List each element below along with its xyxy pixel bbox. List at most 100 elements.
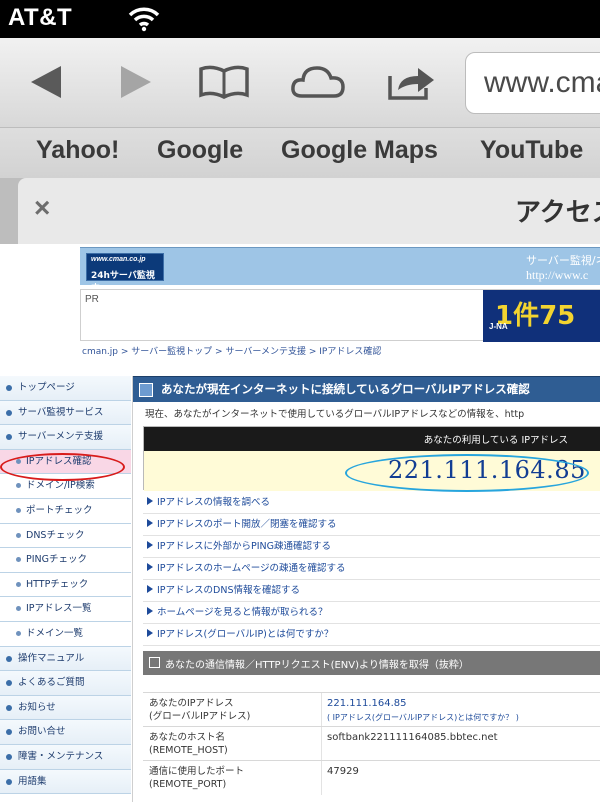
row-key: あなたのIPアドレス (グローバルIPアドレス): [149, 698, 251, 722]
sidebar-item-news[interactable]: お知らせ: [0, 695, 131, 721]
row-value: 47929: [327, 766, 359, 777]
sidebar-item-ip-list[interactable]: IPアドレス一覧: [0, 597, 131, 622]
sidebar-item-ping-check[interactable]: PINGチェック: [0, 548, 131, 573]
tab-active[interactable]: × アクセス: [18, 178, 600, 244]
share-icon[interactable]: [382, 60, 442, 104]
icloud-tabs-icon[interactable]: [288, 60, 348, 104]
sidebar-item-label: 操作マニュアル: [18, 652, 85, 664]
url-field[interactable]: www.cman.jp: [465, 52, 600, 114]
bookmark-youtube[interactable]: YouTube: [480, 136, 583, 165]
bullet-icon: [6, 385, 12, 391]
web-page: www.cman.co.jp 24hサーバ監視中 サーバー監視/ネ http:/…: [0, 244, 600, 802]
env-section-title: あなたの通信情報／HTTPリクエスト(ENV)より情報を取得（抜粋）: [165, 660, 469, 671]
back-icon[interactable]: [16, 60, 76, 104]
sidebar-item-faq[interactable]: よくあるご質問: [0, 671, 131, 696]
row-value: 221.111.164.85: [327, 698, 407, 709]
banner-url: http://www.c: [526, 268, 589, 282]
sidebar-item-manual[interactable]: 操作マニュアル: [0, 646, 131, 672]
sidebar-item-label: トップページ: [18, 382, 75, 393]
sidebar-item-maintenance[interactable]: サーバーメンテ支援: [0, 425, 131, 450]
bookmark-google[interactable]: Google: [157, 136, 243, 165]
bookmark-google-maps[interactable]: Google Maps: [281, 136, 438, 165]
ip-label: あなたの利用している IPアドレス: [423, 435, 568, 446]
logo-url-text: www.cman.co.jp: [91, 256, 146, 263]
ad-banner[interactable]: 1件75 J-NA: [483, 290, 600, 342]
site-banner[interactable]: www.cman.co.jp 24hサーバ監視中 サーバー監視/ネ http:/…: [80, 247, 600, 294]
link-label: IPアドレスのホームページの疎通を確認する: [157, 563, 346, 574]
bullet-icon: [6, 778, 12, 785]
carrier-label: AT&T: [8, 4, 73, 31]
site-logo[interactable]: www.cman.co.jp 24hサーバ監視中: [86, 253, 164, 294]
table-row: あなたのIPアドレス (グローバルIPアドレス) 221.111.164.85 …: [143, 692, 600, 727]
breadcrumb[interactable]: cman.jp > サーバー監視トップ > サーバーメンテ支援 > IPアドレス…: [82, 345, 412, 359]
sidebar-item-label: HTTPチェック: [26, 578, 89, 590]
link-port-check[interactable]: IPアドレスのポート開放／閉塞を確認する: [143, 514, 600, 536]
browser-toolbar: www.cman.jp: [0, 38, 600, 128]
sidebar-item-label: DNSチェック: [26, 529, 85, 541]
sidebar-item-dns-check[interactable]: DNSチェック: [0, 523, 131, 549]
arrow-icon: [147, 585, 153, 593]
link-homepage-check[interactable]: IPアドレスのホームページの疎通を確認する: [143, 558, 600, 580]
sidebar-item-port-check[interactable]: ポートチェック: [0, 498, 131, 524]
sidebar-item-label: お知らせ: [18, 701, 56, 713]
link-what-is-ip[interactable]: IPアドレス(グローバルIP)とは何ですか？: [143, 624, 600, 646]
sidebar-item-incidents[interactable]: 障害・メンテナンス: [0, 744, 131, 770]
bullet-icon: [6, 680, 12, 687]
grid-icon: [149, 657, 160, 668]
forward-icon[interactable]: [106, 60, 166, 104]
link-ip-info[interactable]: IPアドレスの情報を調べる: [143, 492, 600, 514]
close-tab-icon[interactable]: ×: [34, 192, 50, 224]
row-key: あなたのホスト名 (REMOTE_HOST): [149, 732, 228, 756]
link-ping-check[interactable]: IPアドレスに外部からPING疎通確認する: [143, 536, 600, 558]
bullet-icon: [6, 655, 12, 662]
ad-subtext: J-NA: [489, 322, 508, 331]
link-label: IPアドレスの情報を調べる: [157, 497, 271, 508]
sidebar-item-contact[interactable]: お問い合せ: [0, 720, 131, 745]
link-label: IPアドレスに外部からPING疎通確認する: [157, 541, 332, 552]
bookmarks-icon[interactable]: [194, 60, 254, 104]
pr-label: PR: [85, 294, 99, 305]
bullet-icon: [6, 409, 12, 416]
link-info-taken[interactable]: ホームページを見ると情報が取られる？: [143, 602, 600, 624]
arrow-icon: [147, 497, 153, 505]
pr-box: PR 1件75 J-NA: [80, 289, 600, 342]
tab-bar: × アクセス: [0, 178, 600, 244]
env-section-header: あなたの通信情報／HTTPリクエスト(ENV)より情報を取得（抜粋）: [143, 651, 600, 675]
row-value: softbank221111164085.bbtec.net: [327, 732, 498, 743]
bullet-icon: [16, 606, 21, 612]
sidebar-item-http-check[interactable]: HTTPチェック: [0, 572, 131, 598]
sidebar-item-label: よくあるご質問: [18, 677, 85, 689]
bullet-icon: [6, 434, 12, 441]
link-label: IPアドレスのポート開放／閉塞を確認する: [157, 519, 337, 530]
arrow-icon: [147, 629, 153, 637]
link-dns-check[interactable]: IPアドレスのDNS情報を確認する: [143, 580, 600, 602]
tab-title: アクセス: [515, 198, 600, 228]
sidebar-item-top[interactable]: トップページ: [0, 376, 131, 401]
section-title: あなたが現在インターネットに接続しているグローバルIPアドレス確認: [161, 382, 530, 396]
sidebar-item-monitoring[interactable]: サーバ監視サービス: [0, 400, 131, 426]
row-note-link[interactable]: ( IPアドレス(グローバルIPアドレス)とは何ですか？ ): [327, 712, 519, 723]
highlight-annotation: [0, 453, 125, 481]
bullet-icon: [16, 581, 21, 587]
arrow-icon: [147, 607, 153, 615]
bullet-icon: [16, 630, 21, 636]
sidebar-item-label: IPアドレス一覧: [26, 603, 92, 615]
sidebar-item-label: ドメイン一覧: [26, 627, 84, 639]
table-row: 通信に使用したポート (REMOTE_PORT) 47929: [143, 760, 600, 795]
bookmarks-bar: Yahoo! Google Google Maps YouTube: [0, 128, 600, 178]
banner-title: サーバー監視/ネ: [526, 254, 600, 267]
sidebar-item-domain-list[interactable]: ドメイン一覧: [0, 621, 131, 647]
bullet-icon: [16, 557, 21, 563]
arrow-icon: [147, 519, 153, 527]
sidebar-item-label: サーバ監視サービス: [18, 406, 104, 418]
highlight-annotation: [345, 454, 589, 492]
table-row: あなたのホスト名 (REMOTE_HOST) softbank221111164…: [143, 726, 600, 761]
env-info-table: あなたのIPアドレス (グローバルIPアドレス) 221.111.164.85 …: [143, 692, 600, 795]
intro-text: 現在、あなたがインターネットで使用しているグローバルIPアドレスなどの情報を、h…: [145, 409, 525, 420]
link-label: IPアドレス(グローバルIP)とは何ですか？: [157, 629, 334, 640]
sidebar-item-glossary[interactable]: 用語集: [0, 769, 131, 795]
bullet-icon: [16, 532, 21, 538]
bookmark-yahoo[interactable]: Yahoo!: [36, 136, 119, 165]
bullet-icon: [6, 729, 12, 736]
grid-icon: [139, 383, 153, 397]
